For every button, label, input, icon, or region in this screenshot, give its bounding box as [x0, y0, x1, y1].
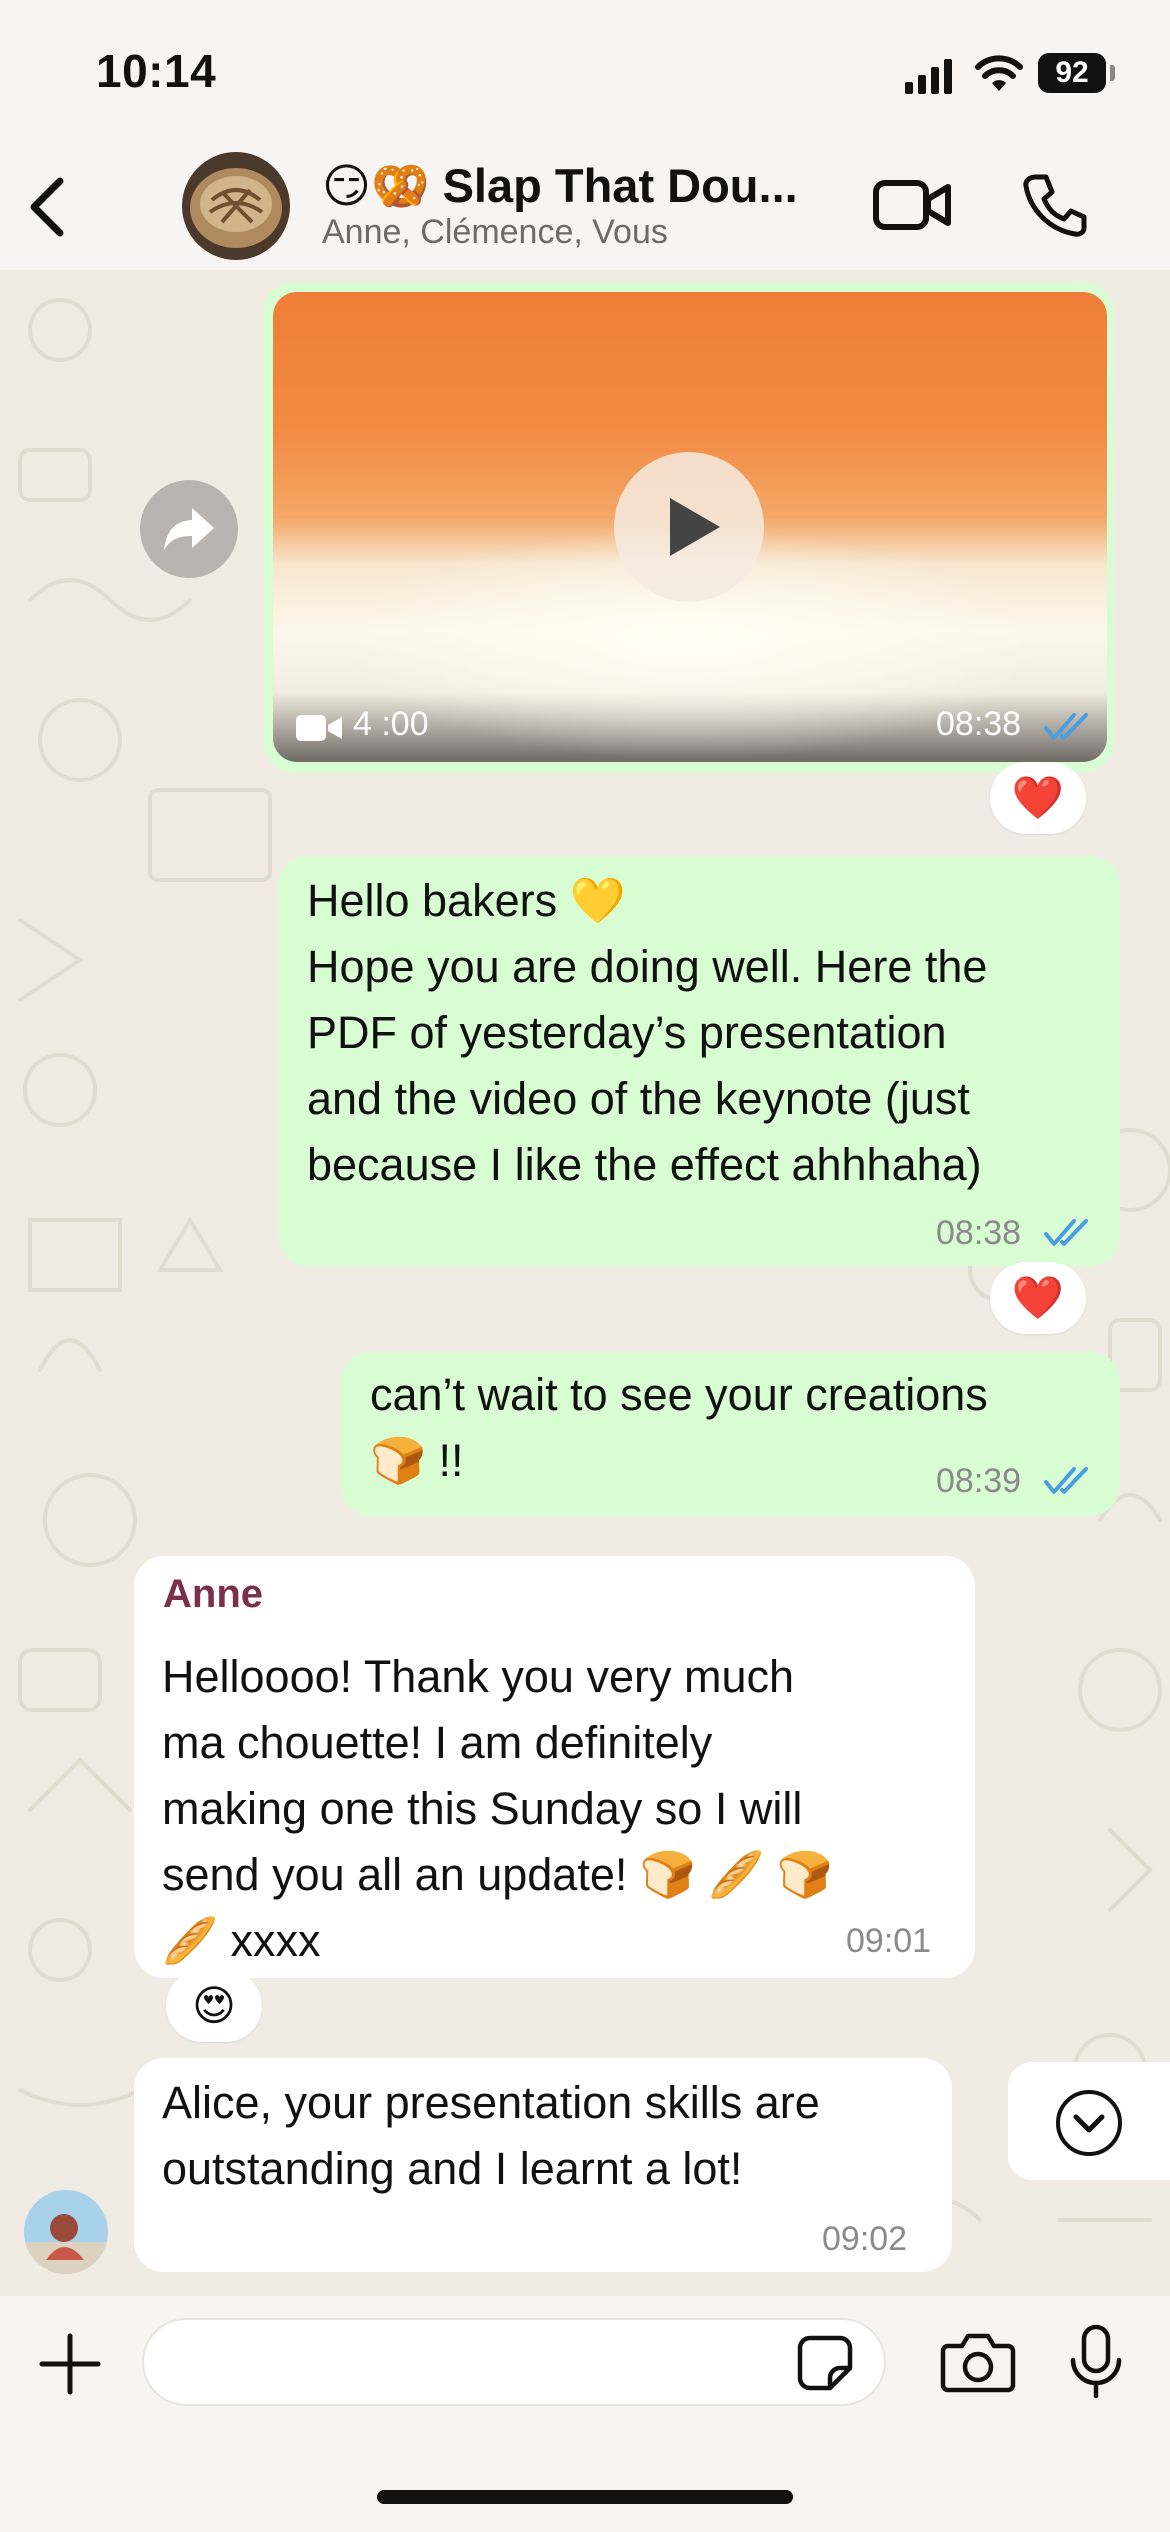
message-text: Alice, your presentation skills are outs… [162, 2077, 820, 2194]
video-camera-icon [296, 715, 342, 741]
home-indicator [377, 2490, 793, 2504]
status-time: 10:14 [96, 45, 217, 97]
message-time: 08:38 [936, 705, 1022, 743]
outgoing-message-bubble: Hello bakers 💛 Hope you are doing well. … [278, 856, 1120, 1266]
double-check-icon [1044, 1219, 1088, 1246]
sender-avatar[interactable] [24, 2190, 108, 2274]
scroll-to-bottom-button[interactable] [1008, 2062, 1170, 2180]
status-bar: 10:14 92 [0, 0, 1170, 150]
chat-members[interactable]: Anne, Clémence, Vous [322, 213, 668, 252]
microphone-icon[interactable] [1068, 2324, 1124, 2400]
forward-icon [164, 508, 214, 550]
double-check-icon [1044, 713, 1088, 740]
message-time: 09:01 [846, 1922, 932, 1960]
wifi-icon [975, 55, 1023, 91]
message-text: Helloooo! Thank you very much ma chouett… [162, 1651, 833, 1966]
message-text: Hello bakers 💛 Hope you are doing well. … [307, 875, 988, 1190]
chevron-down-icon [1056, 2090, 1122, 2156]
reaction-badge[interactable]: ❤️ [990, 762, 1086, 834]
camera-icon[interactable] [940, 2330, 1016, 2394]
play-button[interactable] [614, 452, 764, 602]
battery-tip [1110, 65, 1115, 81]
message-time: 09:02 [822, 2220, 908, 2258]
back-icon[interactable] [22, 175, 72, 239]
battery-indicator: 92 [1038, 53, 1106, 93]
message-time: 08:39 [936, 1462, 1022, 1500]
double-check-icon [1044, 1467, 1088, 1494]
play-icon [670, 498, 720, 556]
chat-title[interactable]: 😏🥨 Slap That Dou... [322, 158, 798, 214]
phone-icon[interactable] [1022, 172, 1088, 238]
group-avatar[interactable] [182, 152, 290, 260]
video-duration: 4 :00 [353, 705, 429, 743]
plus-icon[interactable] [38, 2332, 102, 2396]
incoming-message-bubble: Helloooo! Thank you very much ma chouett… [134, 1556, 975, 1978]
video-call-icon[interactable] [872, 175, 952, 235]
message-input[interactable] [142, 2318, 886, 2406]
sender-name[interactable]: Anne [163, 1572, 263, 1617]
reaction-badge[interactable]: ❤️ [990, 1262, 1086, 1334]
forward-button[interactable] [140, 480, 238, 578]
sticker-icon[interactable] [796, 2334, 854, 2392]
reaction-badge[interactable]: 😍 [166, 1970, 262, 2042]
signal-icon [905, 59, 952, 94]
message-time: 08:38 [936, 1214, 1022, 1252]
message-text: can’t wait to see your creations 🍞 !! [370, 1369, 988, 1486]
